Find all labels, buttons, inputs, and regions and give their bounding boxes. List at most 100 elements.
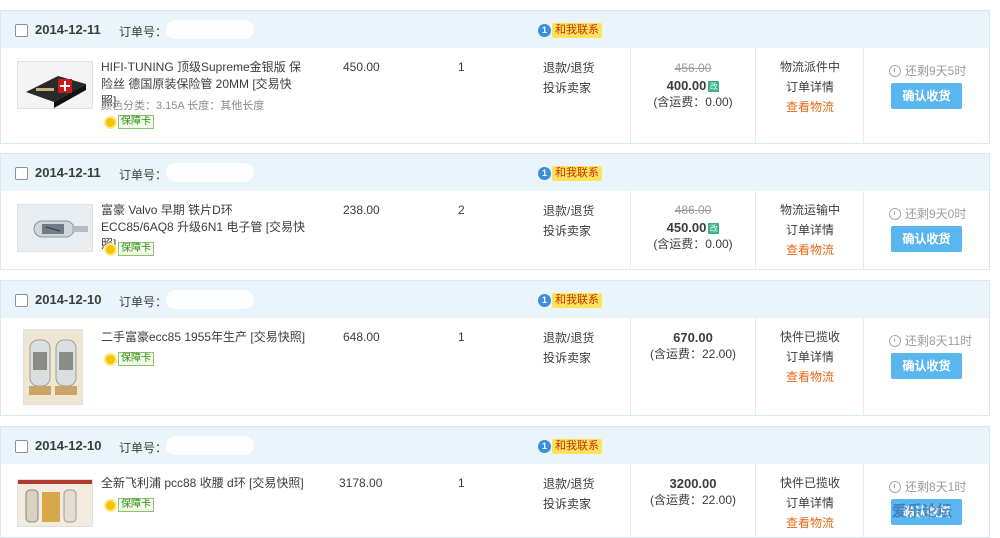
order-detail-link[interactable]: 订单详情 <box>757 493 863 513</box>
order-amount: 486.00 450.00 改 (含运费：0.00) <box>631 202 755 253</box>
contact-label: 和我联系 <box>552 165 602 181</box>
order-operations: 退款/退货 投诉卖家 <box>543 328 594 368</box>
order-card: 2014-12-11 订单号： 1 和我联系 富豪 Valvo 早期 铁片D环 … <box>0 153 990 270</box>
shipping-fee: (含运费：0.00) <box>653 237 733 251</box>
product-thumbnail[interactable] <box>17 204 93 252</box>
remaining-time-text: 还剩9天0时 <box>905 207 967 221</box>
product-thumbnail[interactable] <box>17 61 93 109</box>
order-checkbox[interactable] <box>15 294 28 307</box>
contact-seller-link[interactable]: 1 和我联系 <box>538 292 602 308</box>
order-operations: 退款/退货 投诉卖家 <box>543 201 594 241</box>
order-checkbox[interactable] <box>15 440 28 453</box>
order-number-redacted <box>166 163 254 182</box>
order-body: 全新飞利浦 pcc88 收腰 d环 [交易快照] 保障卡 3178.00 1 退… <box>1 464 989 538</box>
order-operations: 退款/退货 投诉卖家 <box>543 58 594 98</box>
order-detail-link[interactable]: 订单详情 <box>757 220 863 240</box>
final-price: 400.00 改 <box>631 77 755 94</box>
order-date: 2014-12-10 <box>35 438 102 453</box>
product-thumbnail[interactable] <box>17 479 93 527</box>
confirm-receipt-button[interactable]: 确认收货 <box>891 226 962 252</box>
order-checkbox[interactable] <box>15 167 28 180</box>
quantity: 1 <box>458 60 465 74</box>
order-number-label: 订单号： <box>119 168 168 182</box>
order-operations: 退款/退货 投诉卖家 <box>543 474 594 514</box>
guarantee-badge[interactable]: 保障卡 <box>104 352 154 366</box>
order-header: 2014-12-11 订单号： 1 和我联系 <box>1 11 989 48</box>
remaining-time: 还剩9天0时 <box>889 205 966 222</box>
unit-price: 238.00 <box>343 203 380 217</box>
price-modified-icon: 改 <box>708 81 720 93</box>
confirm-receipt-button[interactable]: 确认收货 <box>891 83 962 109</box>
column-divider <box>755 464 756 538</box>
view-logistics-link[interactable]: 查看物流 <box>757 367 863 387</box>
order-number-label: 订单号： <box>119 25 168 39</box>
order-header: 2014-12-11 订单号： 1 和我联系 <box>1 154 989 191</box>
view-logistics-link[interactable]: 查看物流 <box>757 513 863 533</box>
contact-label: 和我联系 <box>552 292 602 308</box>
remaining-time-text: 还剩8天11时 <box>905 334 973 348</box>
product-thumbnail[interactable] <box>23 329 83 405</box>
order-amount: 3200.00 (含运费：22.00) <box>631 475 755 509</box>
product-title-link[interactable]: 二手富豪ecc85 1955年生产 [交易快照] <box>101 329 306 346</box>
unit-price: 3178.00 <box>339 476 383 490</box>
order-amount: 670.00 (含运费：22.00) <box>631 329 755 363</box>
final-price: 3200.00 <box>631 475 755 492</box>
complain-link[interactable]: 投诉卖家 <box>543 78 594 98</box>
remaining-time: 还剩8天11时 <box>889 332 972 349</box>
unit-price: 450.00 <box>343 60 380 74</box>
complain-link[interactable]: 投诉卖家 <box>543 494 594 514</box>
complain-link[interactable]: 投诉卖家 <box>543 221 594 241</box>
order-card: 2014-12-10 订单号： 1 和我联系 二手富豪ecc85 1955年生产… <box>0 280 990 416</box>
guarantee-badge[interactable]: 保障卡 <box>104 115 154 129</box>
contact-seller-link[interactable]: 1 和我联系 <box>538 165 602 181</box>
clock-icon <box>889 64 901 77</box>
confirm-receipt-button[interactable]: 确认收货 <box>891 353 962 379</box>
order-body: HIFI-TUNING 顶级Supreme金银版 保险丝 德国原装保险管 20M… <box>1 48 989 144</box>
status-text: 物流派件中 <box>779 60 840 74</box>
refund-link[interactable]: 退款/退货 <box>543 201 594 221</box>
final-price-value: 400.00 <box>666 78 707 93</box>
complain-link[interactable]: 投诉卖家 <box>543 348 594 368</box>
remaining-time: 还剩9天5时 <box>889 62 966 79</box>
forum-watermark: 爱乐论坛 <box>892 503 953 520</box>
view-logistics-link[interactable]: 查看物流 <box>757 240 863 260</box>
contact-seller-link[interactable]: 1 和我联系 <box>538 438 602 454</box>
contact-seller-link[interactable]: 1 和我联系 <box>538 22 602 38</box>
order-status: 快件已揽收 订单详情 查看物流 <box>757 327 863 387</box>
guarantee-badge[interactable]: 保障卡 <box>104 242 154 256</box>
shipping-fee: (含运费：22.00) <box>649 493 737 507</box>
order-date: 2014-12-11 <box>35 165 101 180</box>
contact-label: 和我联系 <box>552 22 602 38</box>
clock-icon <box>889 480 901 493</box>
product-title-link[interactable]: 全新飞利浦 pcc88 收腰 d环 [交易快照] <box>101 475 306 492</box>
chat-icon: 1 <box>538 23 551 37</box>
refund-link[interactable]: 退款/退货 <box>543 58 594 78</box>
column-divider <box>755 48 756 144</box>
order-detail-link[interactable]: 订单详情 <box>757 77 863 97</box>
order-detail-link[interactable]: 订单详情 <box>757 347 863 367</box>
order-number-redacted <box>166 436 254 455</box>
shipping-fee: (含运费：22.00) <box>649 347 737 361</box>
order-status: 物流运输中 订单详情 查看物流 <box>757 200 863 260</box>
order-number-redacted <box>166 290 254 309</box>
clock-icon <box>889 334 901 347</box>
chat-icon: 1 <box>538 439 551 453</box>
guarantee-label: 保障卡 <box>118 498 154 512</box>
guarantee-icon <box>104 352 117 366</box>
status-text: 物流运输中 <box>779 203 840 217</box>
order-number-redacted <box>166 20 254 39</box>
refund-link[interactable]: 退款/退货 <box>543 474 594 494</box>
chat-icon: 1 <box>538 166 551 180</box>
view-logistics-link[interactable]: 查看物流 <box>757 97 863 117</box>
order-actions: 还剩9天5时 确认收货 <box>865 48 989 144</box>
guarantee-badge[interactable]: 保障卡 <box>104 498 154 512</box>
guarantee-label: 保障卡 <box>118 115 154 129</box>
order-date: 2014-12-10 <box>35 292 102 307</box>
chat-icon: 1 <box>538 293 551 307</box>
order-body: 富豪 Valvo 早期 铁片D环 ECC85/6AQ8 升级6N1 电子管 [交… <box>1 191 989 270</box>
quantity: 2 <box>458 203 465 217</box>
order-checkbox[interactable] <box>15 24 28 37</box>
column-divider <box>863 318 864 416</box>
contact-label: 和我联系 <box>552 438 602 454</box>
refund-link[interactable]: 退款/退货 <box>543 328 594 348</box>
